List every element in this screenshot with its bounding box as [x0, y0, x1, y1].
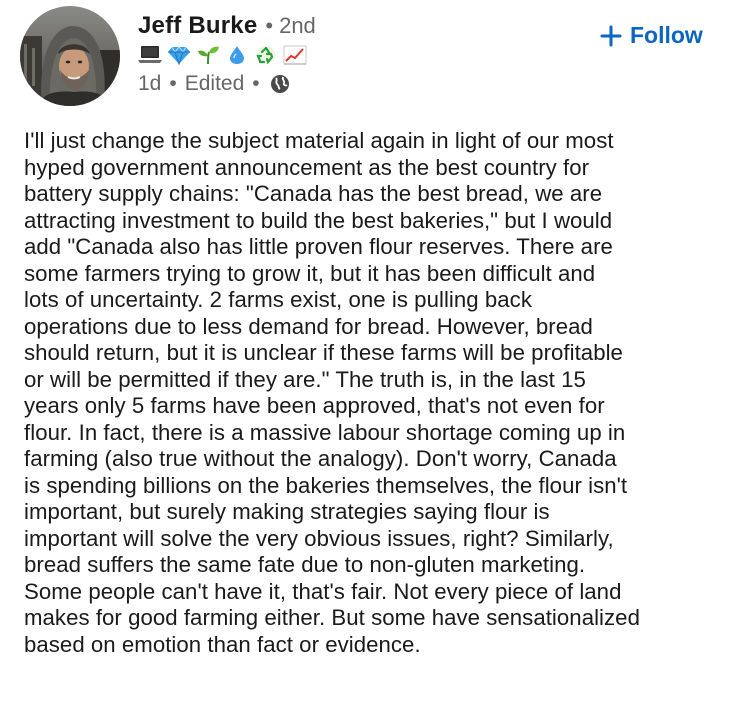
post-text-line: farming (also true without the analogy).… — [24, 446, 617, 471]
post-text-line: lots of uncertainty. 2 farms exist, one … — [24, 287, 532, 312]
author-block: Jeff Burke • 2nd 1d • Edited • — [138, 12, 316, 96]
feed-post: Jeff Burke • 2nd 1d • Edited • Follow I'… — [0, 0, 750, 727]
post-text-line: attracting investment to build the best … — [24, 207, 613, 233]
edited-label: Edited — [184, 72, 245, 95]
post-text-line: Some people can't have it, that's fair. … — [24, 578, 622, 604]
avatar-photo — [20, 6, 120, 106]
post-text-line: important will solve the very obvious is… — [24, 525, 614, 551]
post-text-line: add "Canada also has little proven flour… — [24, 234, 613, 259]
author-name[interactable]: Jeff Burke — [138, 12, 257, 40]
avatar[interactable] — [20, 6, 120, 106]
post-text-line: is spending billions on the bakeries the… — [24, 472, 628, 498]
post-text-line: I'll just change the subject material ag… — [24, 128, 614, 153]
laptop-icon — [138, 44, 162, 66]
post-text-line: operations due to less demand for bread.… — [24, 313, 593, 339]
post-text-line: battery supply chains: "Canada has the b… — [24, 181, 603, 206]
name-separator: • — [265, 13, 274, 38]
author-name-row: Jeff Burke • 2nd — [138, 12, 316, 40]
post-text: I'll just change the subject material ag… — [24, 128, 736, 658]
post-meta: 1d • Edited • — [138, 72, 316, 96]
seedling-icon — [196, 44, 220, 66]
droplet-icon — [225, 44, 249, 66]
follow-label: Follow — [630, 22, 703, 48]
post-text-line: important, but surely making strategies … — [24, 499, 550, 524]
post-text-line: flour. In fact, there is a massive labou… — [24, 419, 626, 445]
connection-degree: 2nd — [279, 13, 316, 38]
post-time: 1d — [138, 72, 162, 95]
post-text-line: bread suffers the same fate due to non-g… — [24, 552, 586, 577]
post-text-line: or will be permitted if they are." The t… — [24, 366, 586, 392]
post-text-line: should return, but it is unclear if thes… — [24, 340, 623, 365]
globe-icon — [270, 74, 290, 94]
post-text-line: hyped government announcement as the bes… — [24, 154, 590, 180]
plus-icon — [600, 25, 622, 47]
post-text-line: makes for good farming either. But some … — [24, 605, 640, 630]
post-text-line: years only 5 farms have been approved, t… — [24, 393, 605, 418]
recycle-icon — [254, 44, 278, 66]
follow-button[interactable]: Follow — [592, 18, 711, 53]
meta-separator-2: • — [252, 72, 260, 95]
gem-icon — [167, 44, 191, 66]
headline-emojis — [138, 43, 316, 67]
chart-increasing-icon — [283, 44, 307, 66]
meta-separator: • — [169, 72, 177, 95]
post-text-line: some farmers trying to grow it, but it h… — [24, 260, 596, 286]
post-text-line: based on emotion than fact or evidence. — [24, 631, 421, 657]
